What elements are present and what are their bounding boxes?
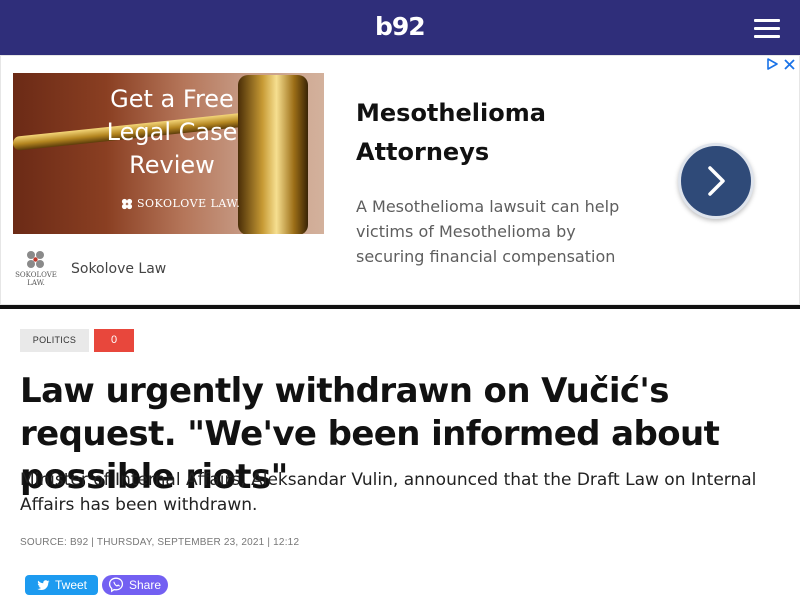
ad-headline[interactable]: Mesothelioma Attorneys [356, 94, 626, 172]
category-tag[interactable]: Politics [20, 329, 89, 352]
svg-text:SOKOLOVE: SOKOLOVE [15, 271, 57, 279]
comments-count-badge[interactable]: 0 [94, 329, 134, 352]
section-divider [0, 305, 800, 309]
ad-image-line-2: Legal Case [106, 118, 238, 146]
ad-image-line-1: Get a Free [110, 85, 234, 113]
chevron-right-icon [708, 166, 725, 196]
ad-image-caption: Get a Free Legal Case Review [13, 83, 324, 182]
article-meta: Source: B92 | Thursday, September 23, 20… [20, 537, 300, 548]
hamburger-menu-icon[interactable] [754, 17, 782, 39]
adchoices-icon[interactable] [766, 58, 778, 70]
tweet-button-label: Tweet [55, 578, 88, 592]
close-icon[interactable] [784, 58, 795, 70]
ad-image[interactable]: Get a Free Legal Case Review SOKOLOVE LA… [13, 73, 324, 234]
top-bar: b92 [0, 0, 800, 55]
twitter-bird-icon [37, 579, 50, 590]
advertiser-name[interactable]: Sokolove Law [71, 261, 166, 277]
brand-mark-icon [121, 198, 133, 209]
ad-image-brand-text: SOKOLOVE LAW. [137, 197, 241, 210]
site-logo[interactable]: b92 [375, 12, 426, 41]
ad-image-line-3: Review [129, 151, 215, 179]
ad-controls [766, 58, 795, 70]
viber-share-button[interactable]: Share [102, 575, 168, 595]
svg-text:LAW.: LAW. [27, 279, 45, 287]
article-lead: Minister of Internal Affairs, Aleksandar… [20, 470, 757, 515]
ad-next-button[interactable] [678, 143, 754, 219]
advertisement[interactable]: Get a Free Legal Case Review SOKOLOVE LA… [0, 55, 800, 305]
ad-image-brand: SOKOLOVE LAW. [121, 197, 240, 210]
advertiser-logo[interactable]: SOKOLOVE LAW. [13, 250, 59, 290]
viber-icon [108, 577, 124, 593]
tweet-button[interactable]: Tweet [25, 575, 98, 595]
viber-share-label: Share [129, 578, 162, 592]
ad-body: A Mesothelioma lawsuit can help victims … [356, 197, 620, 266]
